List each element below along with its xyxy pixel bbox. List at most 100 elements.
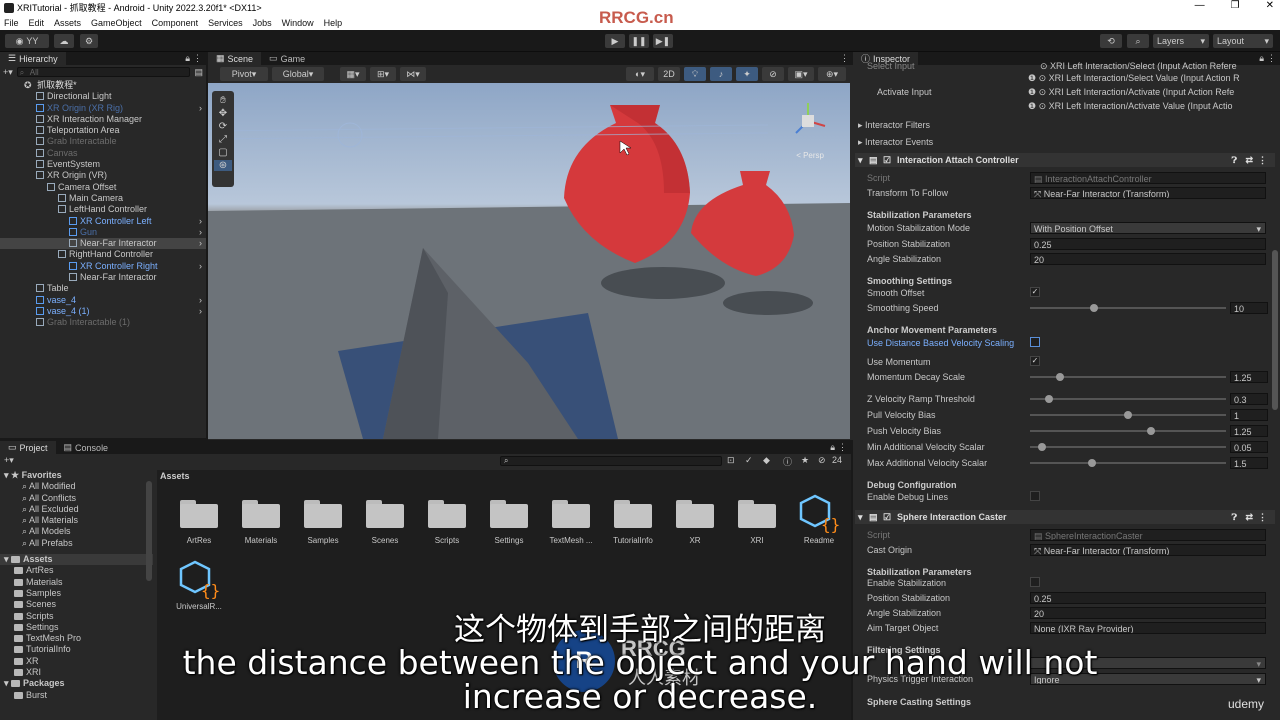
help-icon[interactable]: ❓︎ bbox=[1232, 510, 1237, 524]
asset-folder-tile[interactable]: XR bbox=[665, 494, 725, 554]
angle-stab-field[interactable]: 20 bbox=[1030, 253, 1266, 265]
transform-follow-field[interactable]: ⤧ Near-Far Interactor (Transform) bbox=[1030, 187, 1266, 199]
close-icon[interactable]: ✕ bbox=[1266, 0, 1274, 11]
hierarchy-item[interactable]: Directional Light bbox=[0, 91, 206, 102]
effects-icon[interactable]: ✦ bbox=[736, 67, 758, 81]
push-bias-slider[interactable] bbox=[1030, 425, 1226, 437]
transform-tool-icon[interactable]: ⊛ bbox=[214, 160, 232, 171]
pull-bias-value[interactable]: 1 bbox=[1230, 409, 1268, 421]
hierarchy-item[interactable]: Grab Interactable bbox=[0, 136, 206, 147]
menu-jobs[interactable]: Jobs bbox=[253, 18, 272, 28]
momentum-decay-value[interactable]: 1.25 bbox=[1230, 371, 1268, 383]
snap-increment-icon[interactable]: ⊞▾ bbox=[370, 67, 396, 81]
select-value-ref[interactable]: ❶ ⊙ XRI Left Interaction/Select Value (I… bbox=[1028, 72, 1240, 84]
slider-knob[interactable] bbox=[1090, 304, 1099, 312]
menu-assets[interactable]: Assets bbox=[54, 18, 81, 28]
favorite-item[interactable]: ⌕ All Prefabs bbox=[0, 538, 153, 549]
enabled-checkbox[interactable]: ☑ bbox=[883, 510, 891, 524]
asset-folder-tile[interactable]: Settings bbox=[479, 494, 539, 554]
help-icon[interactable]: ❓︎ bbox=[1232, 153, 1237, 167]
z-ramp-value[interactable]: 0.3 bbox=[1230, 393, 1268, 405]
hierarchy-item[interactable]: XR Origin (VR) bbox=[0, 170, 206, 181]
camera-icon[interactable]: ▣▾ bbox=[788, 67, 814, 81]
hierarchy-item[interactable]: XR Origin (XR Rig) › bbox=[0, 103, 206, 114]
enable-stab-checkbox[interactable] bbox=[1030, 577, 1040, 587]
minimize-icon[interactable]: — bbox=[1195, 0, 1205, 11]
favorite-item[interactable]: ⌕ All Modified bbox=[0, 481, 153, 492]
collab-icon[interactable]: ⚙ bbox=[80, 34, 98, 48]
hierarchy-item[interactable]: Near-Far Interactor › bbox=[0, 238, 206, 250]
hierarchy-item[interactable]: LeftHand Controller bbox=[0, 204, 206, 215]
min-add-slider[interactable] bbox=[1030, 441, 1226, 453]
info-icon[interactable]: ⓘ bbox=[783, 455, 792, 468]
hidden-count-icon[interactable]: ⊘ bbox=[818, 455, 826, 466]
tab-scene[interactable]: ▦ Scene bbox=[208, 52, 262, 65]
max-add-value[interactable]: 1.5 bbox=[1230, 457, 1268, 469]
menu-file[interactable]: File bbox=[4, 18, 19, 28]
hierarchy-item[interactable]: Table bbox=[0, 283, 206, 294]
asset-folder-tile[interactable]: TextMesh ... bbox=[541, 494, 601, 554]
hierarchy-item[interactable]: RightHand Controller bbox=[0, 249, 206, 260]
cast-origin-field[interactable]: ⤧ Near-Far Interactor (Transform) bbox=[1030, 544, 1266, 556]
preset-icon[interactable]: ⇄ bbox=[1245, 510, 1253, 524]
menu-edit[interactable]: Edit bbox=[29, 18, 45, 28]
hierarchy-item[interactable]: vase_4 (1) › bbox=[0, 306, 206, 317]
tab-console[interactable]: ▤ Console bbox=[56, 441, 117, 454]
hierarchy-item[interactable]: XR Controller Right › bbox=[0, 261, 206, 272]
audio-icon[interactable]: ♪ bbox=[710, 67, 732, 81]
filter-icon[interactable]: ▤ bbox=[194, 67, 203, 78]
rect-tool-icon[interactable]: ▢ bbox=[218, 147, 227, 158]
menu-help[interactable]: Help bbox=[324, 18, 343, 28]
filter-label-icon[interactable]: ✓ bbox=[745, 455, 753, 466]
filter-type-icon[interactable]: ⊡ bbox=[727, 455, 735, 466]
more-icon[interactable]: ⋮ bbox=[1267, 53, 1276, 64]
smooth-speed-value[interactable]: 10 bbox=[1230, 302, 1268, 314]
chevron-right-icon[interactable]: › bbox=[199, 227, 202, 238]
momentum-decay-slider[interactable] bbox=[1030, 371, 1226, 383]
activate-value-ref[interactable]: ❶ ⊙ XRI Left Interaction/Activate Value … bbox=[1028, 100, 1233, 112]
z-ramp-slider[interactable] bbox=[1030, 393, 1226, 405]
add-icon[interactable]: +▾ bbox=[4, 455, 14, 466]
asset-folder-item[interactable]: Materials bbox=[0, 577, 153, 588]
play-button[interactable]: ▶ bbox=[605, 34, 625, 48]
layout-dropdown[interactable]: Layout ▾ bbox=[1213, 34, 1273, 48]
hierarchy-item[interactable]: Main Camera bbox=[0, 193, 206, 204]
chevron-right-icon[interactable]: › bbox=[199, 261, 202, 272]
chevron-right-icon[interactable]: › bbox=[199, 306, 202, 317]
maximize-icon[interactable]: ❐ bbox=[1231, 0, 1240, 11]
scene-viewport[interactable]: ✋︎ ✥ ⟳ ⤢ ▢ ⊛ < Persp bbox=[208, 83, 850, 439]
inspector-scrollbar[interactable] bbox=[1272, 250, 1278, 410]
more-icon[interactable]: ⋮ bbox=[1258, 510, 1267, 524]
chevron-right-icon[interactable]: › bbox=[199, 295, 202, 306]
enable-debug-checkbox[interactable] bbox=[1030, 491, 1040, 501]
chevron-right-icon[interactable]: › bbox=[199, 238, 202, 249]
hierarchy-item[interactable]: Grab Interactable (1) bbox=[0, 317, 206, 328]
push-bias-value[interactable]: 1.25 bbox=[1230, 425, 1268, 437]
pull-bias-slider[interactable] bbox=[1030, 409, 1226, 421]
draw-mode-icon[interactable]: ◐▾ bbox=[626, 67, 654, 81]
favorites-header[interactable]: ▾ ★ Favorites bbox=[0, 470, 153, 481]
chevron-right-icon[interactable]: › bbox=[199, 103, 202, 114]
rotate-tool-icon[interactable]: ⟳ bbox=[219, 121, 227, 132]
sphere-caster-header[interactable]: ▾ ▤ ☑ Sphere Interaction Caster ❓︎ ⇄ ⋮ bbox=[855, 510, 1275, 524]
hierarchy-item[interactable]: vase_4 › bbox=[0, 295, 206, 306]
tag-icon[interactable]: ◆ bbox=[763, 455, 770, 466]
lock-icon[interactable]: 🔒︎ bbox=[185, 53, 190, 64]
pos-stab2-field[interactable]: 0.25 bbox=[1030, 592, 1266, 604]
use-distance-checkbox[interactable] bbox=[1030, 337, 1040, 347]
smooth-offset-checkbox[interactable]: ✓ bbox=[1030, 287, 1040, 297]
attach-controller-header[interactable]: ▾ ▤ ☑ Interaction Attach Controller ❓︎ ⇄… bbox=[855, 153, 1275, 167]
slider-knob[interactable] bbox=[1124, 411, 1132, 419]
slider-knob[interactable] bbox=[1056, 373, 1065, 381]
hierarchy-search-input[interactable]: ⌕ All bbox=[16, 67, 191, 77]
breadcrumb[interactable]: Assets bbox=[157, 470, 851, 482]
menu-window[interactable]: Window bbox=[282, 18, 314, 28]
snap-settings-icon[interactable]: ⋈▾ bbox=[400, 67, 426, 81]
favorite-icon[interactable]: ★ bbox=[801, 455, 809, 466]
lighting-icon[interactable]: 💡︎ bbox=[684, 67, 706, 81]
slider-knob[interactable] bbox=[1045, 395, 1054, 403]
chevron-right-icon[interactable]: › bbox=[199, 216, 202, 227]
scale-tool-icon[interactable]: ⤢ bbox=[219, 134, 227, 145]
hierarchy-item[interactable]: Near-Far Interactor bbox=[0, 272, 206, 283]
asset-folder-tile[interactable]: Scripts bbox=[417, 494, 477, 554]
